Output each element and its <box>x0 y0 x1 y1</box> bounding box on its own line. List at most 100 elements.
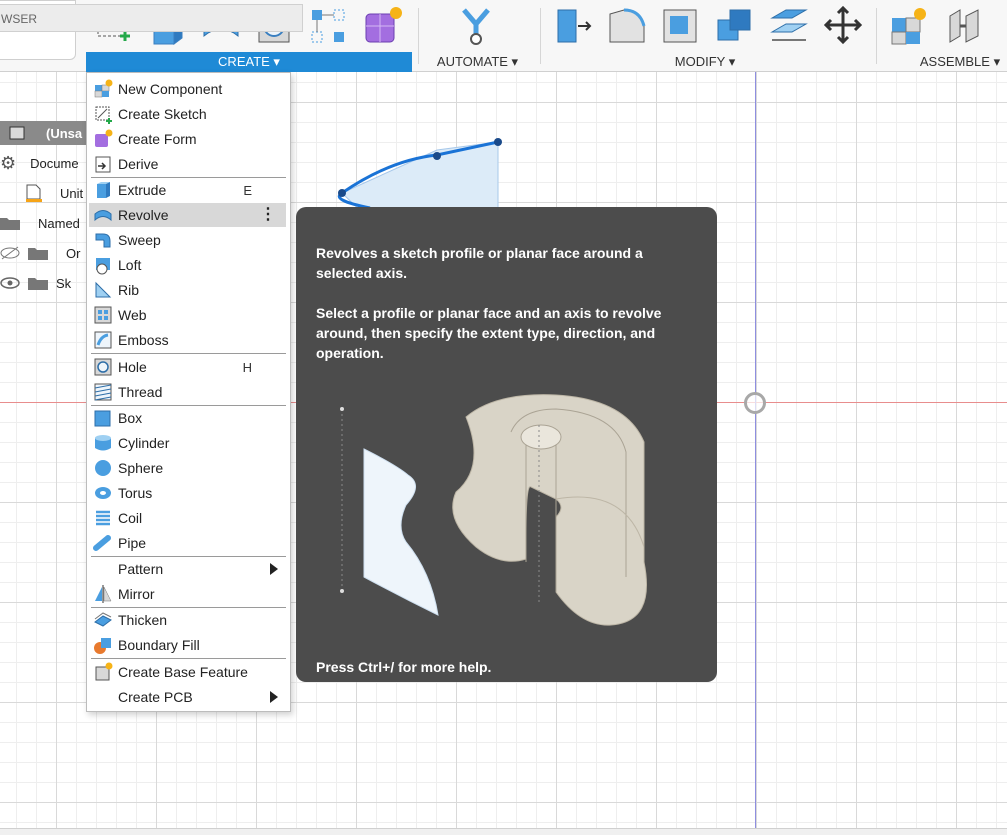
browser-header[interactable]: WSER <box>0 4 303 32</box>
menu-item-sweep[interactable]: Sweep <box>89 228 286 252</box>
browser-row-label: Unit <box>60 185 84 201</box>
menu-item-rib[interactable]: Rib <box>89 278 286 302</box>
menu-item-create-pcb[interactable]: Create PCB <box>89 685 286 709</box>
eye-hidden-icon[interactable] <box>0 245 20 261</box>
browser-row-label: Sk <box>56 275 72 291</box>
fillet-icon[interactable] <box>606 4 646 46</box>
menu-item-label: Emboss <box>118 332 169 348</box>
menu-item-label: Pattern <box>118 561 164 577</box>
component-icon <box>8 125 26 141</box>
browser-row-label: Named <box>38 215 80 231</box>
toolbar-separator <box>418 8 419 64</box>
create-form-icon[interactable] <box>362 4 402 46</box>
menu-item-web[interactable]: Web <box>89 303 286 327</box>
combine-icon[interactable] <box>714 4 754 46</box>
menu-item-derive[interactable]: Derive <box>89 152 286 176</box>
base-feature-icon <box>92 662 114 682</box>
menu-item-shortcut: H <box>242 359 252 375</box>
thicken-icon <box>92 610 114 630</box>
pattern-icon[interactable] <box>308 4 348 46</box>
menu-item-label: Derive <box>118 156 159 172</box>
origin-point[interactable] <box>744 392 766 414</box>
menu-item-label: Mirror <box>118 586 155 602</box>
menu-item-thicken[interactable]: Thicken <box>89 608 286 632</box>
browser-row-origin[interactable]: Or <box>0 241 80 265</box>
create-form-icon <box>92 129 114 149</box>
menu-item-torus[interactable]: Torus <box>89 481 286 505</box>
menu-item-create-base-feature[interactable]: Create Base Feature <box>89 660 286 684</box>
menu-item-label: Create Sketch <box>118 106 207 122</box>
hole-icon <box>92 357 114 377</box>
menu-item-mirror[interactable]: Mirror <box>89 582 286 606</box>
browser-row-named-views[interactable]: Named <box>0 211 80 235</box>
menu-item-label: Web <box>118 307 147 323</box>
menu-item-revolve[interactable]: Revolve ⋮ <box>89 203 286 227</box>
menu-item-pattern[interactable]: Pattern <box>89 557 286 581</box>
menu-item-label: Sphere <box>118 460 164 476</box>
units-icon <box>24 183 42 203</box>
move-icon[interactable] <box>822 4 862 46</box>
cylinder-icon <box>92 433 114 453</box>
shell-icon[interactable] <box>660 4 700 46</box>
menu-item-label: Create Base Feature <box>118 664 248 680</box>
menu-item-label: Cylinder <box>118 435 170 451</box>
toolbar-separator <box>876 8 877 64</box>
browser-row-sketches[interactable]: Sk <box>0 271 71 295</box>
modify-group-label[interactable]: MODIFY ▾ <box>545 52 865 72</box>
tooltip-description-line: Revolves a sketch profile or planar face… <box>316 245 643 261</box>
menu-item-coil[interactable]: Coil <box>89 506 286 530</box>
menu-item-extrude[interactable]: Extrude E <box>89 178 286 202</box>
pipe-icon <box>92 533 114 553</box>
automate-icon[interactable] <box>456 4 496 46</box>
browser-row-label: Docume <box>30 155 79 171</box>
menu-item-label: Boundary Fill <box>118 637 200 653</box>
eye-icon[interactable] <box>0 275 20 291</box>
menu-item-new-component[interactable]: New Component <box>89 77 286 101</box>
menu-item-label: New Component <box>118 81 223 97</box>
menu-item-label: Hole <box>118 359 147 375</box>
automate-group-label[interactable]: AUTOMATE ▾ <box>420 52 535 72</box>
menu-item-pipe[interactable]: Pipe <box>89 531 286 555</box>
new-component-icon <box>92 79 114 99</box>
folder-icon <box>28 245 48 261</box>
menu-item-sphere[interactable]: Sphere <box>89 456 286 480</box>
menu-item-loft[interactable]: Loft <box>89 253 286 277</box>
coil-icon <box>92 508 114 528</box>
create-dropdown-menu: New Component Create Sketch Create Form … <box>86 72 291 712</box>
menu-item-emboss[interactable]: Emboss <box>89 328 286 352</box>
thread-icon <box>92 382 114 402</box>
tooltip-instruction-line: operation. <box>316 345 384 361</box>
menu-item-label: Box <box>118 410 143 426</box>
offset-plane-icon[interactable] <box>768 4 808 46</box>
menu-item-label: Thread <box>118 384 163 400</box>
menu-item-label: Create PCB <box>118 689 193 705</box>
menu-separator <box>91 353 286 354</box>
press-pull-icon[interactable] <box>554 4 594 46</box>
menu-item-hole[interactable]: Hole H <box>89 355 286 379</box>
menu-item-shortcut: E <box>243 182 252 198</box>
menu-item-thread[interactable]: Thread <box>89 380 286 404</box>
revolve-icon <box>92 205 114 225</box>
submenu-arrow-icon <box>270 691 278 703</box>
assemble-group-label[interactable]: ASSEMBLE ▾ <box>880 52 1007 72</box>
browser-row-document-settings[interactable]: ⚙ Docume <box>0 151 79 175</box>
tooltip-help-text: Press Ctrl+/ for more help. <box>316 659 492 675</box>
menu-item-label: Revolve <box>118 207 169 223</box>
browser-row-units[interactable]: Unit <box>0 181 83 205</box>
new-component-icon[interactable] <box>888 4 928 46</box>
menu-item-label: Coil <box>118 510 143 526</box>
sphere-icon <box>92 458 114 478</box>
mirror-icon <box>92 584 114 604</box>
menu-item-cylinder[interactable]: Cylinder <box>89 431 286 455</box>
joint-icon[interactable] <box>944 4 984 46</box>
create-group-label[interactable]: CREATE ▾ <box>86 52 412 72</box>
menu-item-box[interactable]: Box <box>89 406 286 430</box>
extrude-icon <box>92 180 114 200</box>
menu-item-boundary-fill[interactable]: Boundary Fill <box>89 633 286 657</box>
browser-root-row[interactable]: (Unsa <box>0 121 86 145</box>
menu-item-create-form[interactable]: Create Form <box>89 127 286 151</box>
box-icon <box>92 408 114 428</box>
more-options-icon[interactable]: ⋮ <box>260 207 276 223</box>
menu-item-create-sketch[interactable]: Create Sketch <box>89 102 286 126</box>
rib-icon <box>92 280 114 300</box>
